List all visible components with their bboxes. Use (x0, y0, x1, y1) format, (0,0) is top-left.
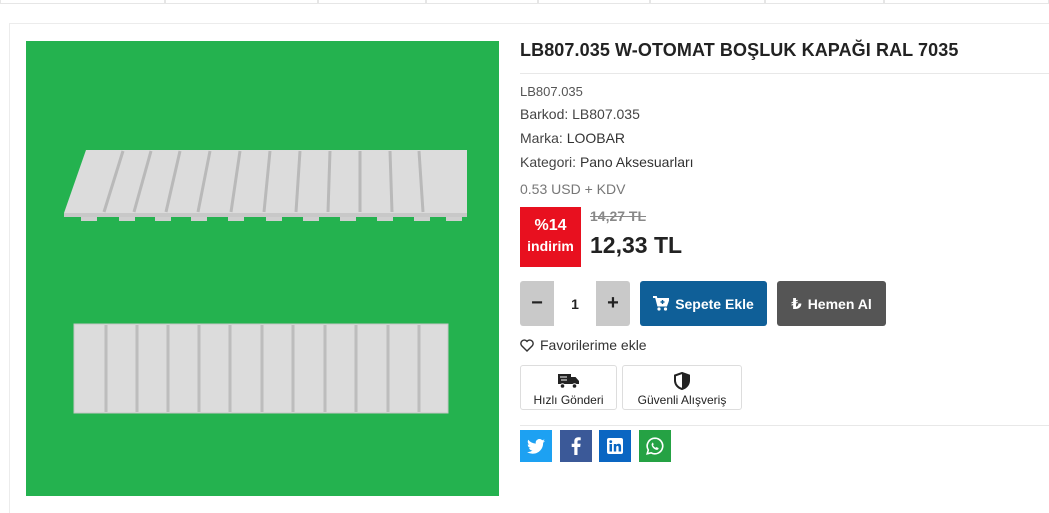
cart-plus-icon (653, 296, 670, 311)
divider (520, 425, 1049, 426)
nav-tab[interactable] (165, 0, 318, 4)
favorite-label: Favorilerime ekle (540, 337, 647, 353)
bottom-blank-cover (73, 323, 449, 414)
heart-icon (520, 338, 534, 352)
discount-badge: %14 indirim (520, 207, 581, 267)
discount-percent: %14 (534, 217, 567, 234)
old-price: 14,27 TL (590, 208, 647, 224)
quantity-stepper: − + (520, 281, 630, 326)
facebook-icon (571, 437, 581, 455)
product-brand: Marka: LOOBAR (520, 130, 625, 146)
nav-tab[interactable] (538, 0, 650, 4)
nav-tab[interactable] (765, 0, 884, 4)
discount-label: indirim (527, 238, 574, 254)
add-to-cart-button[interactable]: Sepete Ekle (640, 281, 767, 326)
nav-tab[interactable] (884, 0, 1049, 4)
usd-price: 0.53 USD + KDV (520, 181, 626, 197)
feature-label: Güvenli Alışveriş (637, 393, 727, 407)
brand-link[interactable]: LOOBAR (567, 130, 625, 146)
linkedin-icon (607, 438, 623, 454)
twitter-icon (527, 438, 545, 454)
product-title: LB807.035 W-OTOMAT BOŞLUK KAPAĞI RAL 703… (520, 40, 959, 60)
truck-icon (557, 374, 579, 389)
share-linkedin-button[interactable] (599, 430, 631, 462)
share-whatsapp-button[interactable] (639, 430, 671, 462)
nav-tab[interactable] (426, 0, 538, 4)
shield-icon (674, 372, 690, 390)
add-to-cart-label: Sepete Ekle (675, 295, 754, 312)
category-link[interactable]: Pano Aksesuarları (580, 154, 694, 170)
nav-tab[interactable] (0, 0, 165, 4)
increase-quantity-button[interactable]: + (596, 281, 630, 326)
buy-now-button[interactable]: ₺ Hemen Al (777, 281, 886, 326)
product-barcode: Barkod: LB807.035 (520, 106, 640, 122)
quantity-input[interactable] (554, 281, 596, 326)
product-category: Kategori: Pano Aksesuarları (520, 154, 694, 170)
nav-tab[interactable] (650, 0, 765, 4)
decrease-quantity-button[interactable]: − (520, 281, 554, 326)
share-facebook-button[interactable] (560, 430, 592, 462)
top-blank-cover (64, 150, 467, 221)
blank-cover-photo (64, 150, 467, 414)
brand-label: Marka: (520, 130, 567, 146)
divider (520, 73, 1049, 74)
whatsapp-icon (646, 437, 664, 455)
feature-label: Hızlı Gönderi (533, 393, 604, 407)
product-image[interactable] (26, 41, 499, 496)
share-twitter-button[interactable] (520, 430, 552, 462)
add-to-favorites-link[interactable]: Favorilerime ekle (520, 337, 647, 353)
lira-icon: ₺ (791, 295, 802, 313)
nav-tab[interactable] (318, 0, 426, 4)
secure-shopping-feature: Güvenli Alışveriş (622, 365, 742, 410)
buy-now-label: Hemen Al (807, 295, 872, 312)
category-label: Kategori: (520, 154, 580, 170)
current-price: 12,33 TL (590, 232, 683, 258)
product-code: LB807.035 (520, 84, 583, 99)
fast-shipping-feature: Hızlı Gönderi (520, 365, 617, 410)
top-navigation-strip (0, 0, 1049, 4)
